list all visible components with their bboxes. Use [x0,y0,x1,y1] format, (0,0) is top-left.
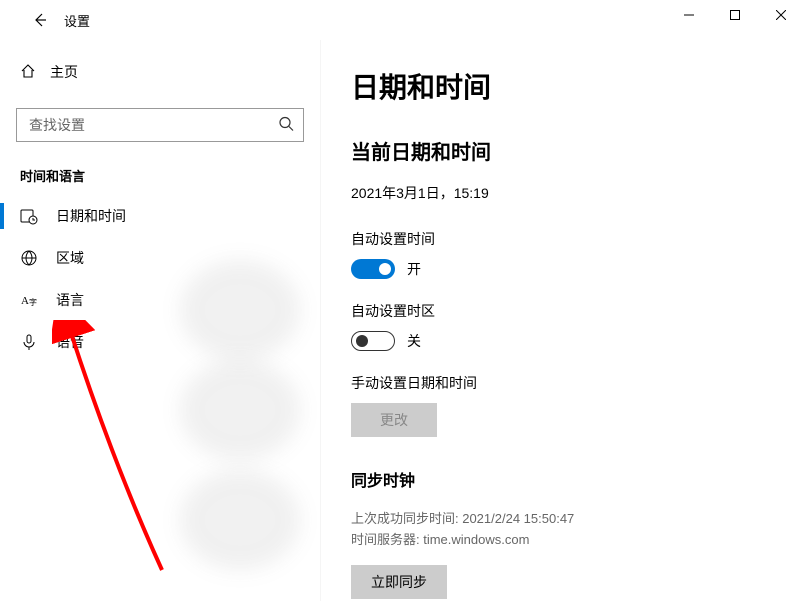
section-sync-clock: 同步时钟 [351,467,774,491]
sync-now-button[interactable]: 立即同步 [351,565,447,599]
svg-text:字: 字 [29,297,37,307]
auto-timezone-label: 自动设置时区 [351,301,774,321]
svg-text:A: A [21,295,29,307]
sync-info: 上次成功同步时间: 2021/2/24 15:50:47 时间服务器: time… [351,509,774,551]
change-button[interactable]: 更改 [351,403,437,437]
close-icon [776,10,786,20]
maximize-button[interactable] [712,0,758,30]
home-label: 主页 [50,62,78,82]
sidebar-item-label: 日期和时间 [56,206,126,226]
microphone-icon [20,333,38,351]
sidebar-item-region[interactable]: 区域 [0,237,320,279]
window-controls [666,0,804,30]
auto-time-state: 开 [407,259,421,279]
maximize-icon [730,10,740,20]
auto-timezone-toggle[interactable] [351,331,395,351]
sidebar-item-date-time[interactable]: 日期和时间 [0,195,320,237]
home-button[interactable]: 主页 [0,52,320,92]
close-button[interactable] [758,0,804,30]
titlebar: 设置 [0,0,804,40]
sync-server: 时间服务器: time.windows.com [351,530,774,551]
minimize-button[interactable] [666,0,712,30]
search-input[interactable] [16,108,304,142]
calendar-clock-icon [20,207,38,225]
auto-timezone-state: 关 [407,331,421,351]
sidebar: 主页 时间和语言 日期和时间 区域 A字 语言 [0,40,320,601]
back-button[interactable] [20,0,60,40]
sidebar-item-label: 区域 [56,248,84,268]
page-title: 日期和时间 [351,66,774,106]
sync-last-time: 上次成功同步时间: 2021/2/24 15:50:47 [351,509,774,530]
current-datetime-value: 2021年3月1日，15:19 [351,183,774,203]
language-icon: A字 [20,291,38,309]
auto-time-label: 自动设置时间 [351,229,774,249]
sidebar-item-label: 语言 [56,290,84,310]
sidebar-item-speech[interactable]: 语音 [0,321,320,363]
auto-time-toggle[interactable] [351,259,395,279]
minimize-icon [684,10,694,20]
back-arrow-icon [32,12,48,28]
manual-datetime-label: 手动设置日期和时间 [351,373,774,393]
content-pane: 日期和时间 当前日期和时间 2021年3月1日，15:19 自动设置时间 开 自… [320,40,804,601]
sidebar-item-language[interactable]: A字 语言 [0,279,320,321]
globe-icon [20,249,38,267]
window-title: 设置 [64,11,90,30]
sidebar-item-label: 语音 [56,332,84,352]
section-current-datetime: 当前日期和时间 [351,136,774,165]
home-icon [20,63,36,82]
search-wrap [16,108,304,142]
sidebar-section-label: 时间和语言 [20,166,320,185]
